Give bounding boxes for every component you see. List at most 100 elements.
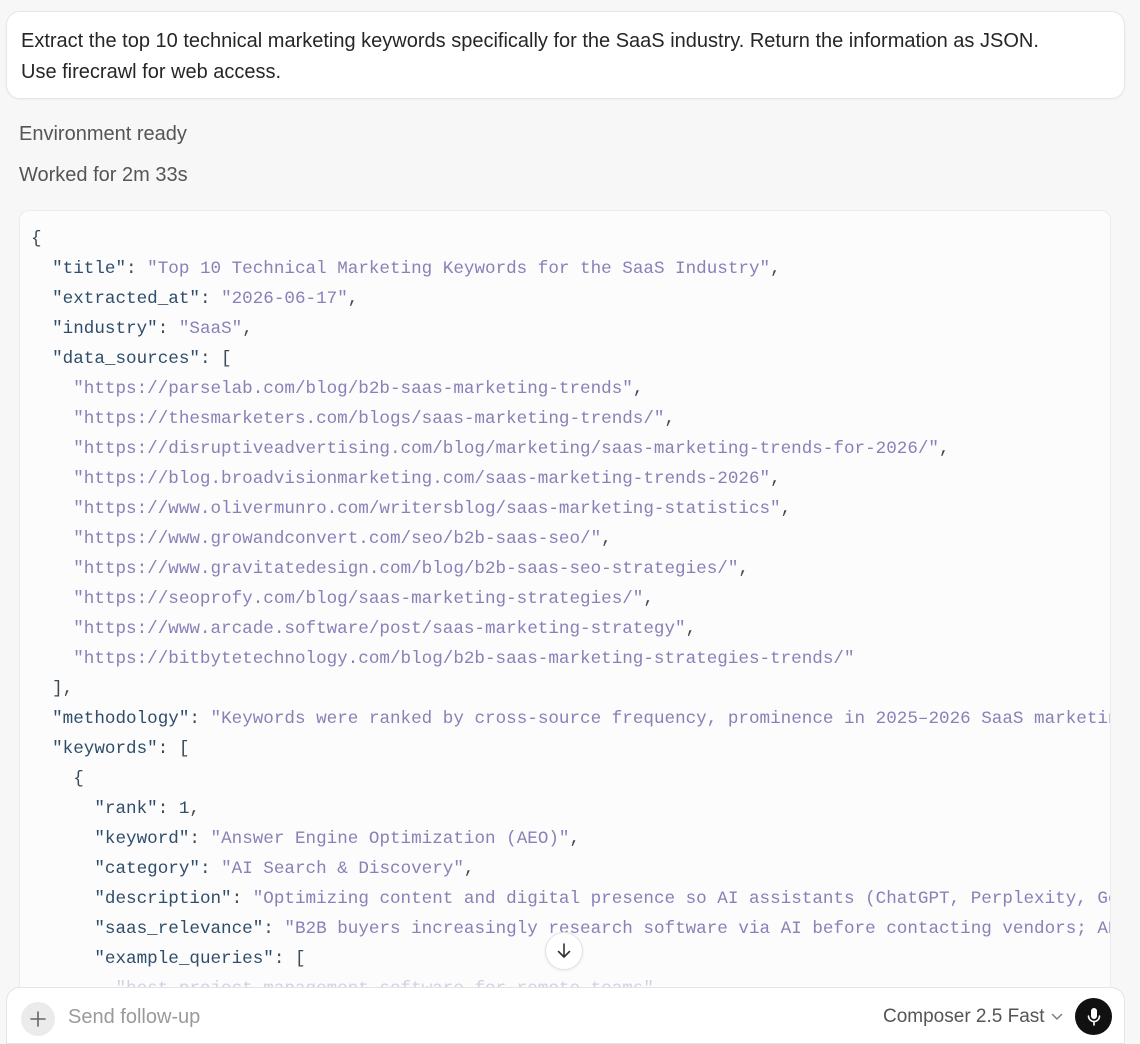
code-token: 1 — [178, 799, 190, 819]
add-attachment-button[interactable] — [21, 1002, 55, 1036]
code-token: "Top 10 Technical Marketing Keywords for… — [147, 259, 771, 279]
code-token: : [ — [157, 739, 190, 759]
code-token: "Optimizing content and digital presence… — [252, 889, 1110, 909]
worked-duration: Worked for 2m 33s — [19, 164, 188, 186]
code-token: : — [199, 289, 222, 309]
code-line: ], — [31, 674, 1110, 704]
code-line: "rank": 1, — [31, 794, 1110, 824]
code-token: ], — [31, 679, 74, 699]
json-code: { "title": "Top 10 Technical Marketing K… — [31, 224, 1110, 1004]
code-token: "https://bitbytetechnology.com/blog/b2b-… — [73, 649, 855, 669]
code-token: "category" — [94, 859, 200, 879]
code-line: "https://www.olivermunro.com/writersblog… — [31, 494, 1110, 524]
code-line: "industry": "SaaS", — [31, 314, 1110, 344]
code-line: "methodology": "Keywords were ranked by … — [31, 704, 1110, 734]
code-line: "extracted_at": "2026-06-17", — [31, 284, 1110, 314]
chevron-down-icon — [1051, 1013, 1062, 1020]
code-line: "category": "AI Search & Discovery", — [31, 854, 1110, 884]
code-token: "2026-06-17" — [221, 289, 348, 309]
code-token: { — [31, 769, 84, 789]
code-token: "saas_relevance" — [94, 919, 264, 939]
code-token: "https://www.growandconvert.com/seo/b2b-… — [73, 529, 602, 549]
code-token: : — [189, 829, 211, 849]
code-token: "https://disruptiveadvertising.com/blog/… — [73, 439, 939, 459]
code-line: "https://disruptiveadvertising.com/blog/… — [31, 434, 1110, 464]
code-token: "example_queries" — [94, 949, 274, 969]
code-line: "https://www.arcade.software/post/saas-m… — [31, 614, 1110, 644]
code-line: "https://www.gravitatedesign.com/blog/b2… — [31, 554, 1110, 584]
code-token: : — [231, 889, 253, 909]
environment-status: Environment ready — [19, 123, 187, 145]
code-token: : [ — [273, 949, 306, 969]
code-token: : [ — [199, 349, 232, 369]
code-token: "keywords" — [52, 739, 158, 759]
code-token: , — [685, 619, 697, 639]
arrow-down-icon — [557, 943, 571, 958]
code-token: , — [780, 499, 792, 519]
code-line: "https://thesmarketers.com/blogs/saas-ma… — [31, 404, 1110, 434]
code-line: "https://seoprofy.com/blog/saas-marketin… — [31, 584, 1110, 614]
code-token: : — [157, 799, 179, 819]
model-selector[interactable]: Composer 2.5 Fast — [883, 1006, 1063, 1028]
code-token: "data_sources" — [52, 349, 200, 369]
code-token: "SaaS" — [178, 319, 243, 339]
code-token: : — [189, 709, 211, 729]
user-message-line-1: Extract the top 10 technical marketing k… — [21, 30, 1039, 52]
code-token: "https://seoprofy.com/blog/saas-marketin… — [73, 589, 644, 609]
code-token: "https://www.olivermunro.com/writersblog… — [73, 499, 781, 519]
microphone-icon — [1087, 1007, 1100, 1026]
code-token: , — [770, 259, 781, 279]
code-token: "https://blog.broadvisionmarketing.com/s… — [73, 469, 771, 489]
code-line: "https://bitbytetechnology.com/blog/b2b-… — [31, 644, 1110, 674]
code-token: "keyword" — [94, 829, 190, 849]
code-token: "Answer Engine Optimization (AEO)" — [210, 829, 570, 849]
code-token: , — [569, 829, 581, 849]
code-token: , — [770, 469, 781, 489]
code-token: { — [31, 229, 42, 249]
code-token: , — [242, 319, 253, 339]
code-line: { — [31, 224, 1110, 254]
code-token: "https://thesmarketers.com/blogs/saas-ma… — [73, 409, 665, 429]
code-token: "https://parselab.com/blog/b2b-saas-mark… — [73, 379, 633, 399]
code-token: "rank" — [94, 799, 158, 819]
code-token: , — [601, 529, 612, 549]
code-token: "industry" — [52, 319, 158, 339]
code-line: "keyword": "Answer Engine Optimization (… — [31, 824, 1110, 854]
code-token: , — [189, 799, 200, 819]
code-token: "Keywords were ranked by cross-source fr… — [210, 709, 1110, 729]
code-token: "title" — [52, 259, 127, 279]
code-token: "description" — [94, 889, 232, 909]
follow-up-input[interactable]: Send follow-up — [68, 1006, 200, 1029]
composer-bar: Send follow-up Composer 2.5 Fast — [6, 987, 1125, 1044]
code-token: , — [463, 859, 475, 879]
voice-input-button[interactable] — [1075, 998, 1112, 1035]
code-token: , — [632, 379, 644, 399]
code-token: , — [664, 409, 676, 429]
code-line: { — [31, 764, 1110, 794]
user-message-line-2: Use firecrawl for web access. — [21, 61, 282, 83]
code-token: "methodology" — [52, 709, 190, 729]
json-output-panel[interactable]: { "title": "Top 10 Technical Marketing K… — [19, 210, 1111, 1010]
scroll-to-bottom-button[interactable] — [545, 932, 583, 970]
code-token: "https://www.arcade.software/post/saas-m… — [73, 619, 686, 639]
code-token: , — [939, 439, 950, 459]
code-token: : — [199, 859, 222, 879]
code-line: "description": "Optimizing content and d… — [31, 884, 1110, 914]
